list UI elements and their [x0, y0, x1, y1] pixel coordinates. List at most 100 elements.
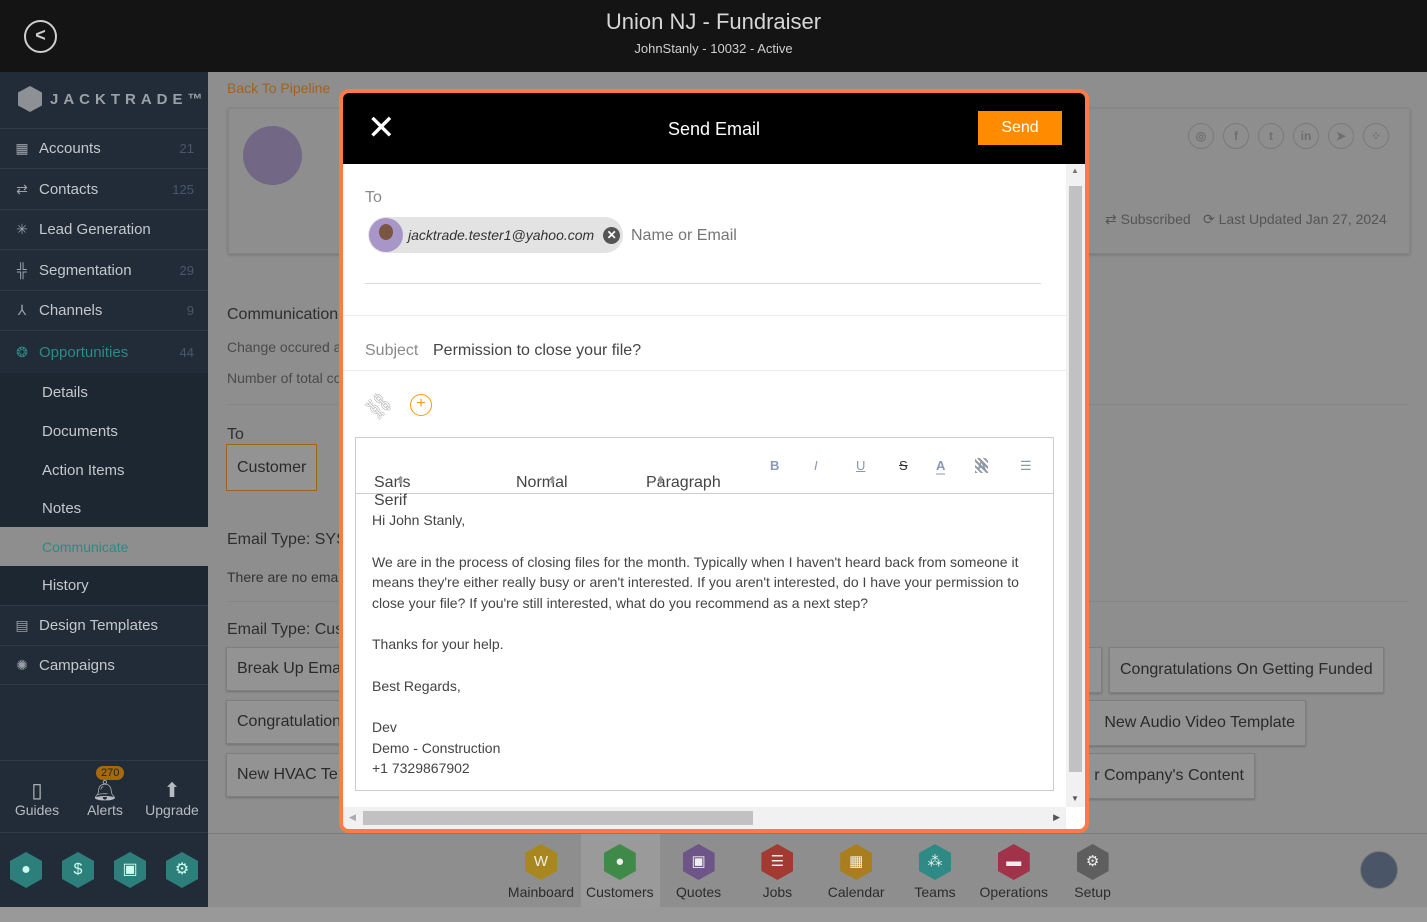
communication-heading: Communication	[227, 306, 339, 323]
label: Design Templates	[39, 617, 158, 634]
page-subtitle: JohnStanly - 10032 - Active	[634, 41, 793, 56]
telegram-icon[interactable]: ➤	[1328, 123, 1354, 149]
label: Upgrade	[145, 802, 199, 818]
book-icon: ▯	[31, 780, 43, 802]
signature-company: Demo - Construction	[372, 739, 501, 756]
recipient-chip: jacktrade.tester1@yahoo.com ✕	[368, 217, 623, 253]
vertical-scrollbar[interactable]: ▲ ▼	[1066, 164, 1085, 807]
back-arrow-icon[interactable]: <	[24, 20, 57, 53]
horizontal-scrollbar[interactable]: ◀ ▶	[343, 807, 1066, 829]
alerts-button[interactable]: 🔔︎ Alerts	[78, 778, 132, 818]
list-icon[interactable]: ☰	[1020, 458, 1032, 474]
alerts-count-badge: 270	[96, 766, 125, 780]
template-button[interactable]: r Company's Content	[1080, 753, 1255, 799]
text-color-icon[interactable]: A	[936, 458, 946, 475]
sidebar-item-contacts[interactable]: ⇄ Contacts 125	[0, 168, 208, 209]
sidebar-item-channels[interactable]: ⅄ Channels 9	[0, 290, 208, 330]
email-body-editor[interactable]: Hi John Stanly, We are in the process of…	[356, 494, 1053, 795]
page-title: Union NJ - Fundraiser	[605, 9, 822, 34]
label: Contacts	[39, 180, 99, 198]
add-circle-icon[interactable]: +	[410, 394, 432, 416]
bold-icon[interactable]: B	[770, 458, 779, 473]
label: Campaigns	[39, 656, 115, 674]
remove-recipient-icon[interactable]: ✕	[603, 226, 621, 244]
sidebar-subitem-documents[interactable]: Documents	[0, 412, 208, 451]
nav-label: Operations	[979, 884, 1049, 900]
user-avatar[interactable]	[1360, 851, 1398, 889]
apps-icon[interactable]: ⁘	[1363, 123, 1389, 149]
nav-mainboard[interactable]: W Mainboard	[502, 840, 580, 900]
sidebar-subitem-details[interactable]: Details	[0, 373, 208, 412]
italic-icon[interactable]: I	[814, 458, 818, 473]
underline-icon[interactable]: U	[856, 458, 865, 473]
subject-input[interactable]: Permission to close your file?	[433, 342, 641, 360]
upgrade-button[interactable]: ⬆ Upgrade	[142, 778, 202, 818]
body-regards: Best Regards,	[372, 677, 461, 694]
last-updated: ⟳ Last Updated Jan 27, 2024	[1203, 211, 1387, 227]
count: 125	[172, 181, 194, 197]
nav-label: Setup	[1074, 884, 1111, 900]
send-button[interactable]: Send	[978, 111, 1062, 145]
template-button[interactable]: Break Up Ema	[226, 647, 356, 691]
attachment-link-icon[interactable]: ⛓	[360, 387, 398, 425]
label: Lead Generation	[39, 221, 151, 238]
number-text: Number of total co	[227, 370, 342, 386]
template-button[interactable]: New Audio Video Template	[1080, 700, 1306, 746]
body-paragraph: We are in the process of closing files f…	[372, 553, 1019, 611]
subscribed-status: ⇄ Subscribed	[1105, 211, 1191, 227]
nav-teams[interactable]: ⁂ Teams	[896, 840, 974, 900]
email-type-system: Email Type: SYS	[227, 531, 347, 548]
template-button[interactable]: New HVAC Te	[226, 753, 356, 797]
guides-button[interactable]: ▯ Guides	[10, 778, 64, 818]
back-to-pipeline-link[interactable]: Back To Pipeline	[227, 80, 330, 96]
nav-setup[interactable]: ⚙ Setup	[1054, 840, 1132, 900]
count: 44	[179, 344, 194, 360]
sidebar-item-segmentation[interactable]: ╬ Segmentation 29	[0, 249, 208, 290]
sidebar-subitem-communicate[interactable]: Communicate	[0, 527, 208, 566]
recipient-email: jacktrade.tester1@yahoo.com	[408, 227, 595, 243]
count: 29	[179, 262, 194, 278]
to-label: To	[365, 189, 382, 206]
sidebar-item-design-templates[interactable]: ▤ Design Templates	[0, 605, 208, 645]
sidebar-item-accounts[interactable]: ▦ Accounts 21	[0, 128, 208, 168]
sidebar-subitem-notes[interactable]: Notes	[0, 489, 208, 527]
customer-button[interactable]: Customer	[226, 444, 318, 491]
arrow-up-icon: ⬆	[163, 780, 181, 802]
customers-icon: ●	[603, 844, 636, 880]
recipient-input[interactable]	[631, 223, 1031, 249]
sidebar-item-campaigns[interactable]: ✺ Campaigns	[0, 645, 208, 685]
sidebar-subitem-action-items[interactable]: Action Items	[0, 451, 208, 489]
instagram-icon[interactable]: ◎	[1188, 123, 1214, 149]
campaigns-icon: ✺	[16, 656, 28, 673]
channels-icon: ⅄	[17, 302, 27, 318]
template-button[interactable]: Congratulations On Getting Funded	[1109, 647, 1384, 693]
label: Accounts	[39, 140, 101, 157]
opportunities-icon: ❂	[16, 343, 28, 360]
body-thanks: Thanks for your help.	[372, 636, 504, 652]
sidebar-item-lead-generation[interactable]: ✳ Lead Generation	[0, 209, 208, 249]
facebook-icon[interactable]: f	[1223, 123, 1249, 149]
email-type-custom: Email Type: Cus	[227, 621, 344, 638]
setup-icon: ⚙	[1076, 844, 1109, 880]
template-button[interactable]: Congratulation	[226, 700, 356, 744]
recipient-avatar	[369, 218, 403, 252]
nav-jobs[interactable]: ☰ Jobs	[738, 840, 816, 900]
strike-icon[interactable]: S	[899, 458, 908, 473]
twitter-icon[interactable]: t	[1258, 123, 1284, 149]
contacts-icon: ⇄	[16, 180, 28, 197]
nav-label: Jobs	[762, 884, 793, 900]
lead-icon: ✳	[16, 221, 28, 237]
signature-phone: +1 7329867902	[372, 760, 470, 776]
modal-header: ✕ Send Email Send	[343, 93, 1085, 164]
sidebar-subitem-history[interactable]: History	[0, 566, 208, 605]
nav-quotes[interactable]: ▣ Quotes	[660, 840, 738, 900]
nav-customers[interactable]: ● Customers	[581, 840, 659, 900]
building-icon: ▦	[15, 140, 29, 156]
calendar-icon: ▦	[840, 844, 873, 880]
nav-operations[interactable]: ▬ Operations	[975, 840, 1053, 900]
sidebar-item-opportunities[interactable]: ❂ Opportunities 44	[0, 330, 208, 373]
nav-calendar[interactable]: ▦ Calendar	[817, 840, 895, 900]
linkedin-icon[interactable]: in	[1293, 123, 1319, 149]
highlight-icon[interactable]: A	[975, 458, 989, 473]
count: 9	[186, 303, 194, 318]
